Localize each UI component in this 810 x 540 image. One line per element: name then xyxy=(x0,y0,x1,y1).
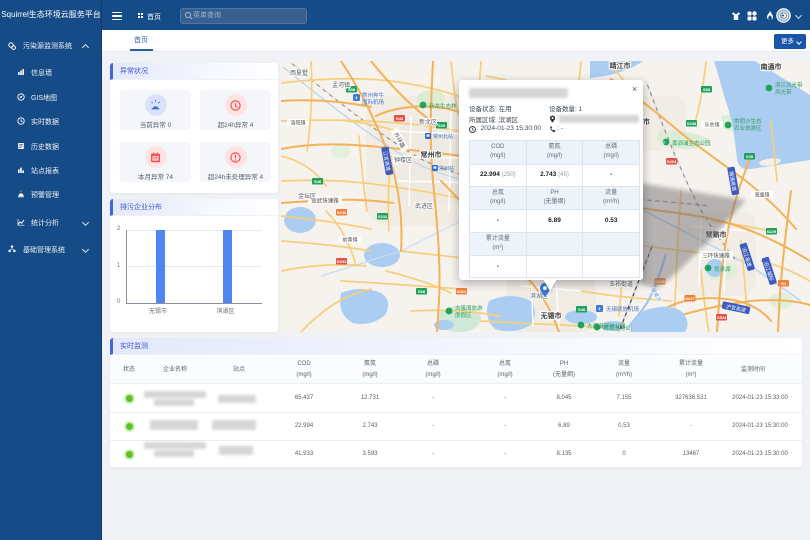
svg-text:G524: G524 xyxy=(717,315,728,320)
svg-text:常州北站: 常州北站 xyxy=(433,133,453,140)
svg-text:S48: S48 xyxy=(314,179,322,184)
svg-text:无锡硕放机场: 无锡硕放机场 xyxy=(606,305,640,313)
svg-text:S39: S39 xyxy=(438,123,446,128)
svg-text:G2: G2 xyxy=(781,281,787,286)
svg-text:S58: S58 xyxy=(703,87,711,92)
svg-text:昆承湖: 昆承湖 xyxy=(714,265,731,273)
svg-text:G204: G204 xyxy=(667,159,678,164)
svg-text:武进区: 武进区 xyxy=(415,202,433,210)
svg-text:靖江市: 靖江市 xyxy=(610,61,631,70)
svg-text:洛阳镇: 洛阳镇 xyxy=(290,120,305,127)
svg-text:南通市: 南通市 xyxy=(761,62,782,71)
svg-text:前黄镇: 前黄镇 xyxy=(342,237,357,244)
svg-text:新龙生态林: 新龙生态林 xyxy=(429,102,457,110)
svg-text:常州站: 常州站 xyxy=(439,165,454,172)
svg-text:G312: G312 xyxy=(457,289,468,294)
svg-text:G233: G233 xyxy=(337,259,348,264)
svg-text:S240: S240 xyxy=(337,210,347,215)
svg-text:常阴沙生态: 常阴沙生态 xyxy=(734,117,762,125)
svg-text:无锡市: 无锡市 xyxy=(540,311,562,320)
svg-text:钟楼区: 钟楼区 xyxy=(394,156,412,164)
svg-text:S68: S68 xyxy=(418,289,426,294)
svg-text:常州奔牛: 常州奔牛 xyxy=(362,91,385,99)
svg-text:常州市: 常州市 xyxy=(421,150,442,159)
svg-text:孟河镇: 孟河镇 xyxy=(332,81,350,89)
svg-text:S48: S48 xyxy=(578,307,586,312)
svg-text:S227: S227 xyxy=(685,296,695,301)
svg-text:玉祁街道: 玉祁街道 xyxy=(609,280,633,288)
svg-text:S38: S38 xyxy=(746,154,754,159)
svg-text:农业旅游区: 农业旅游区 xyxy=(734,124,762,132)
svg-text:P: P xyxy=(663,141,666,146)
svg-text:大溪湾旅游: 大溪湾旅游 xyxy=(455,304,483,312)
svg-text:风光带: 风光带 xyxy=(775,88,792,96)
svg-text:G42: G42 xyxy=(396,116,404,121)
svg-text:S232: S232 xyxy=(378,214,388,219)
svg-text:西夏墅: 西夏墅 xyxy=(290,69,308,77)
svg-text:金坛区: 金坛区 xyxy=(298,192,316,200)
svg-text:✈: ✈ xyxy=(355,96,359,101)
svg-text:国际机场: 国际机场 xyxy=(362,98,385,106)
svg-text:✈: ✈ xyxy=(598,307,602,312)
svg-text:S258: S258 xyxy=(687,121,697,126)
svg-text:新北区: 新北区 xyxy=(419,118,437,126)
svg-text:黄泗浦生态公园: 黄泗浦生态公园 xyxy=(672,139,711,147)
svg-text:S229: S229 xyxy=(767,229,777,234)
svg-text:滨江风光带: 滨江风光带 xyxy=(775,81,803,89)
svg-text:海虞镇: 海虞镇 xyxy=(754,192,769,199)
svg-text:三环快速路: 三环快速路 xyxy=(702,252,730,260)
svg-text:乐余镇: 乐余镇 xyxy=(704,122,719,129)
svg-text:度假区: 度假区 xyxy=(455,311,472,319)
